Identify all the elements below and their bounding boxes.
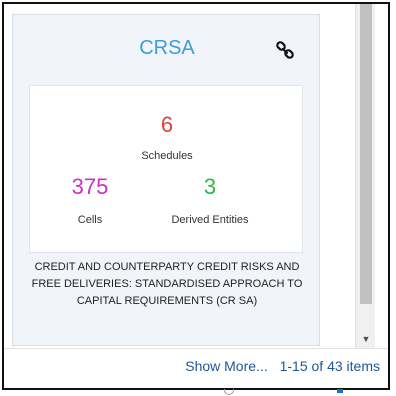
cells-count: 375 [71,174,109,199]
clipped-marker-icon [337,389,343,393]
derived-entities-label: Derived Entities [171,214,249,226]
footer-divider [4,348,388,349]
schedules-label: Schedules [141,150,193,162]
link-icon[interactable] [275,41,295,61]
card-description: CREDIT AND COUNTERPARTY CREDIT RISKS AND… [31,261,303,307]
cells-label: Cells [77,214,103,226]
window-frame: CRSA 6 Schedules 375 Cells 3 Derived Ent… [2,2,390,395]
schedules-count: 6 [160,112,174,137]
vertical-scrollbar[interactable]: ▼ [355,4,375,348]
stats-panel: 6 Schedules 375 Cells 3 Derived Entities [29,85,303,253]
scrollbar-thumb[interactable] [360,4,372,304]
show-more-link[interactable]: Show More... [185,358,267,374]
scroll-down-arrow-icon[interactable]: ▼ [356,334,376,344]
module-card-crsa[interactable]: CRSA 6 Schedules 375 Cells 3 Derived Ent… [12,14,320,346]
pagination-info: 1-15 of 43 items [279,358,380,374]
list-footer: Show More... 1-15 of 43 items [4,358,380,374]
clipped-circle-icon [224,389,234,395]
derived-entities-count: 3 [203,174,217,199]
clipped-content-strip [4,389,388,395]
